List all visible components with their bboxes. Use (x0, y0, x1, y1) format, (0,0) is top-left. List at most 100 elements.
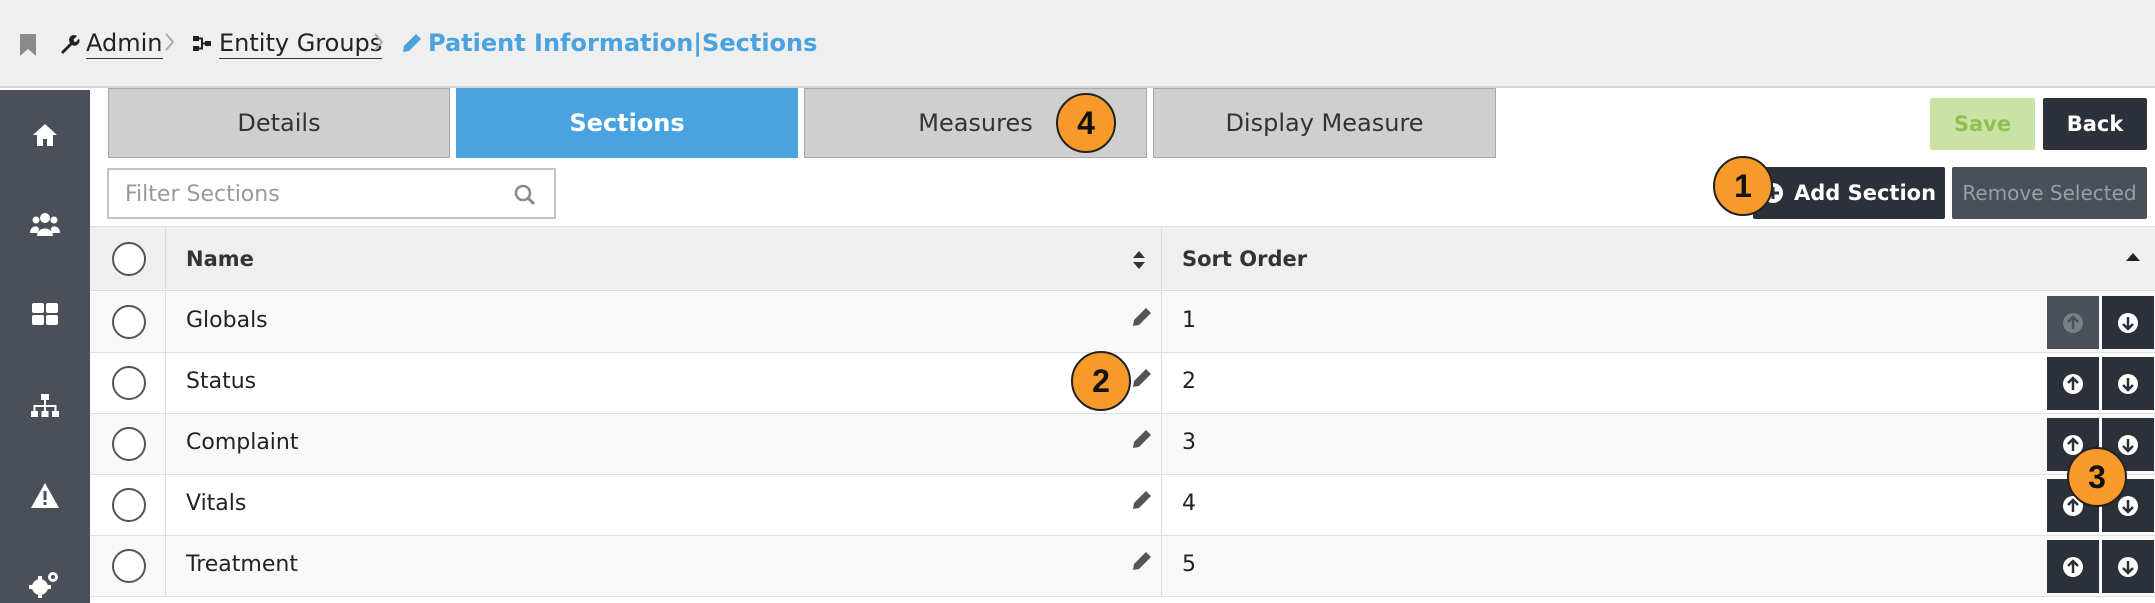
users-icon (30, 213, 60, 236)
breadcrumb-current-label: Patient Information|Sections (428, 29, 818, 57)
row-select-radio[interactable] (112, 427, 146, 461)
arrow-up-circle-icon (2063, 556, 2083, 577)
arrow-down-circle-icon (2118, 434, 2138, 455)
column-divider (1161, 414, 1162, 474)
table-row[interactable]: Vitals 4 (90, 475, 2155, 536)
save-button[interactable]: Save (1930, 98, 2035, 150)
move-up-button[interactable] (2047, 357, 2099, 410)
tab-details-label: Details (237, 109, 321, 137)
move-up-button[interactable] (2047, 540, 2099, 593)
add-section-button-label: Add Section (1793, 181, 1937, 205)
save-button-label: Save (1953, 112, 2012, 136)
row-select-radio[interactable] (112, 549, 146, 583)
column-divider (1161, 292, 1162, 352)
pencil-icon[interactable] (1133, 308, 1151, 326)
column-divider (165, 536, 166, 596)
back-button-label: Back (2066, 112, 2124, 136)
nav-settings[interactable] (0, 565, 90, 603)
move-down-button[interactable] (2102, 296, 2154, 349)
sort-ascending-icon[interactable] (2126, 253, 2140, 263)
arrow-down-circle-icon (2118, 556, 2138, 577)
sort-icon[interactable] (1133, 251, 1145, 269)
column-divider (165, 353, 166, 413)
row-sort-order: 2 (1182, 369, 1196, 394)
breadcrumb-admin-label: Admin (86, 29, 163, 59)
row-sort-order: 4 (1182, 491, 1196, 516)
nav-users[interactable] (0, 204, 90, 244)
dashboard-grid-icon (32, 303, 58, 325)
side-navigation (0, 90, 90, 603)
column-divider (1161, 353, 1162, 413)
pencil-icon[interactable] (1133, 430, 1151, 448)
search-icon[interactable] (514, 184, 536, 206)
move-down-button[interactable] (2102, 357, 2154, 410)
row-name: Vitals (186, 491, 247, 516)
callout-marker-1-label: 1 (1734, 167, 1752, 204)
tab-measures-label: Measures (918, 109, 1033, 137)
column-divider (1161, 475, 1162, 535)
sitemap-icon (193, 35, 211, 51)
settings-gears-icon (29, 572, 58, 598)
chevron-right-icon (165, 33, 175, 51)
table-row[interactable]: Complaint 3 (90, 414, 2155, 475)
sitemap-icon (31, 394, 59, 417)
tab-details[interactable]: Details (108, 88, 450, 158)
breadcrumb-entity-groups-label: Entity Groups (219, 29, 383, 59)
row-name: Complaint (186, 430, 299, 455)
pencil-icon[interactable] (1133, 552, 1151, 570)
column-divider (165, 414, 166, 474)
row-name: Status (186, 369, 257, 394)
callout-marker-4: 4 (1056, 93, 1116, 153)
callout-marker-2-label: 2 (1092, 362, 1110, 399)
tab-sections-label: Sections (569, 109, 685, 137)
table-header: Name Sort Order (90, 226, 2155, 291)
nav-hierarchy[interactable] (0, 386, 90, 426)
add-section-button[interactable]: Add Section (1753, 167, 1945, 219)
callout-marker-1: 1 (1713, 156, 1773, 216)
callout-marker-3-label: 3 (2088, 458, 2106, 495)
remove-selected-button[interactable]: Remove Selected (1952, 167, 2147, 219)
callout-marker-2: 2 (1071, 351, 1131, 411)
nav-dashboard[interactable] (0, 294, 90, 334)
row-select-radio[interactable] (112, 488, 146, 522)
tab-sections[interactable]: Sections (456, 88, 798, 158)
move-up-button[interactable] (2047, 296, 2099, 349)
arrow-down-circle-icon (2118, 373, 2138, 394)
row-select-radio[interactable] (112, 305, 146, 339)
back-button[interactable]: Back (2043, 98, 2147, 150)
column-divider (1161, 227, 1162, 290)
move-down-button[interactable] (2102, 540, 2154, 593)
breadcrumb-bar: Admin Entity Groups Patient Information|… (0, 0, 2155, 88)
breadcrumb-entity-groups[interactable]: Entity Groups (193, 28, 383, 59)
nav-alerts[interactable] (0, 475, 90, 515)
bookmark-icon[interactable] (20, 34, 36, 56)
row-name: Globals (186, 308, 268, 333)
home-icon (33, 124, 57, 146)
row-sort-order: 3 (1182, 430, 1196, 455)
breadcrumb-current: Patient Information|Sections (402, 28, 817, 58)
arrow-up-circle-icon (2063, 312, 2083, 333)
table-row[interactable]: Treatment 5 (90, 536, 2155, 597)
select-all-radio[interactable] (112, 242, 146, 276)
filter-sections-input[interactable] (125, 178, 505, 210)
arrow-down-circle-icon (2118, 495, 2138, 516)
tab-display-measure[interactable]: Display Measure (1153, 88, 1496, 158)
breadcrumb-admin[interactable]: Admin (58, 28, 163, 59)
column-divider (165, 475, 166, 535)
callout-marker-3: 3 (2067, 447, 2127, 507)
callout-marker-4-label: 4 (1077, 104, 1095, 141)
chevron-right-icon (374, 33, 384, 51)
filter-sections-field (107, 168, 556, 219)
pencil-icon[interactable] (1133, 491, 1151, 509)
column-divider (1161, 536, 1162, 596)
column-header-sort-order[interactable]: Sort Order (1182, 247, 1307, 271)
nav-home[interactable] (0, 115, 90, 155)
row-sort-order: 1 (1182, 308, 1196, 333)
column-header-name[interactable]: Name (186, 247, 254, 271)
arrow-down-circle-icon (2118, 312, 2138, 333)
row-sort-order: 5 (1182, 552, 1196, 577)
warning-icon (31, 482, 59, 508)
table-row[interactable]: Globals 1 (90, 292, 2155, 353)
pencil-icon[interactable] (1133, 369, 1151, 387)
row-select-radio[interactable] (112, 366, 146, 400)
